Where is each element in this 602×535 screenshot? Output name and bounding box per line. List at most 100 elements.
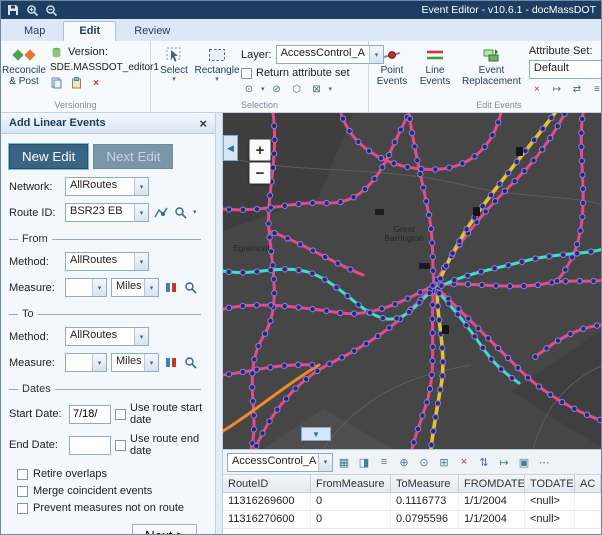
- prevent-measures-checkbox[interactable]: [17, 503, 28, 514]
- use-route-end-checkbox[interactable]: [115, 440, 126, 451]
- col-ac[interactable]: AC: [575, 475, 601, 492]
- grid-header-row: RouteID FromMeasure ToMeasure FROMDATE T…: [223, 475, 601, 493]
- to-zoom-measure-icon[interactable]: [183, 356, 199, 370]
- open-table-icon[interactable]: ⊞: [435, 454, 453, 471]
- point-events-button[interactable]: Point Events: [373, 43, 411, 87]
- versioning-group-label: Versioning: [5, 100, 146, 112]
- table-row[interactable]: 1131626960000.11167731/1/2004<null>: [223, 493, 601, 511]
- from-measure-combo[interactable]: ▾: [65, 278, 107, 297]
- swap-measures-icon[interactable]: ⇄: [569, 82, 585, 96]
- event-editor-window: Event Editor - v10.6.1 - docMassDOT Map …: [0, 0, 602, 535]
- col-tomeasure[interactable]: ToMeasure: [391, 475, 459, 492]
- to-method-combo[interactable]: AllRoutes ▾: [65, 327, 149, 346]
- select-label: Select: [160, 65, 188, 76]
- reconcile-post-button[interactable]: Reconcile & Post: [5, 43, 43, 87]
- go-to-event-icon[interactable]: ↦: [495, 454, 513, 471]
- start-date-label: Start Date:: [9, 408, 65, 420]
- clear-selection-icon[interactable]: ⊠: [309, 82, 325, 96]
- layer-label: Layer:: [241, 49, 272, 61]
- select-polygon-icon[interactable]: ⬡: [289, 82, 305, 96]
- close-panel-icon[interactable]: ×: [199, 117, 207, 130]
- panel-title: Add Linear Events: [9, 117, 106, 129]
- col-todate[interactable]: TODATE: [525, 475, 575, 492]
- event-replacement-button[interactable]: Event Replacement: [459, 43, 524, 87]
- save-icon[interactable]: [6, 4, 20, 17]
- pan-to-selected-icon[interactable]: ⊙: [415, 454, 433, 471]
- collapse-panel-arrow[interactable]: ◀: [223, 135, 238, 161]
- grid-layer-caret-icon: ▾: [318, 454, 332, 471]
- table-cell: <null>: [525, 511, 575, 528]
- col-frommeasure[interactable]: FromMeasure: [311, 475, 391, 492]
- route-id-combo[interactable]: BSR23 EB ▾: [65, 203, 149, 222]
- tab-edit[interactable]: Edit: [63, 21, 116, 41]
- attribute-set-combo[interactable]: Default ▾: [529, 60, 602, 79]
- attribute-list-icon[interactable]: ≡: [375, 454, 393, 471]
- zoom-out-icon[interactable]: [44, 4, 58, 17]
- layer-combo[interactable]: AccessControl_A ▾: [276, 45, 384, 64]
- sort-records-icon[interactable]: ⇅: [475, 454, 493, 471]
- zoom-to-route-icon[interactable]: [173, 206, 189, 220]
- dates-section-header: Dates: [9, 383, 201, 395]
- select-point-icon[interactable]: ⊙: [241, 82, 257, 96]
- next-button[interactable]: Next >: [132, 524, 197, 535]
- attribute-set-value: Default: [530, 61, 602, 78]
- zoom-in-icon[interactable]: [25, 4, 39, 17]
- grid-rows: 1131626960000.11167731/1/2004<null>11316…: [223, 493, 601, 529]
- delete-event-icon[interactable]: ×: [529, 82, 545, 96]
- merge-coincident-checkbox[interactable]: [17, 486, 28, 497]
- new-edit-button[interactable]: New Edit: [9, 144, 88, 169]
- network-combo[interactable]: AllRoutes ▾: [65, 177, 149, 196]
- event-list-icon[interactable]: ≡: [589, 82, 602, 96]
- next-edit-button[interactable]: Next Edit: [93, 144, 173, 169]
- retire-overlaps-checkbox[interactable]: [17, 469, 28, 480]
- highlight-row-icon[interactable]: ▣: [515, 454, 533, 471]
- tab-review[interactable]: Review: [119, 22, 185, 41]
- zoom-to-selected-icon[interactable]: ⊕: [395, 454, 413, 471]
- map-zoom-in-button[interactable]: +: [249, 139, 271, 161]
- merge-coincident-label: Merge coincident events: [33, 485, 152, 497]
- select-records-icon[interactable]: ▦: [335, 454, 353, 471]
- zoom-route-caret-icon[interactable]: ▾: [193, 209, 197, 216]
- line-events-label: Line Events: [420, 65, 451, 87]
- show-selected-icon[interactable]: ◨: [355, 454, 373, 471]
- event-replacement-icon: [482, 45, 500, 65]
- table-cell: [575, 511, 601, 528]
- start-date-input[interactable]: [69, 405, 111, 424]
- col-routeid[interactable]: RouteID: [223, 475, 311, 492]
- col-fromdate[interactable]: FROMDATE: [459, 475, 525, 492]
- use-route-start-checkbox[interactable]: [115, 409, 126, 420]
- to-unit-combo[interactable]: Miles ▾: [111, 353, 159, 372]
- from-pick-measure-icon[interactable]: [163, 281, 179, 295]
- table-cell: [575, 493, 601, 510]
- use-route-start-label: Use route start date: [130, 402, 209, 426]
- panel-splitter[interactable]: [216, 113, 223, 534]
- line-events-button[interactable]: Line Events: [416, 43, 454, 87]
- snap-event-icon[interactable]: ↦: [549, 82, 565, 96]
- grid-layer-combo[interactable]: AccessControl_A ▾: [227, 453, 333, 472]
- to-method-value: AllRoutes: [66, 328, 134, 345]
- select-button[interactable]: Select ▾: [155, 43, 193, 83]
- grid-options-icon[interactable]: ⋯: [535, 454, 553, 471]
- copy-version-icon[interactable]: [48, 76, 64, 90]
- clear-selection-icon[interactable]: ×: [455, 454, 473, 471]
- paste-version-icon[interactable]: [68, 76, 84, 90]
- to-method-caret-icon: ▾: [134, 328, 148, 345]
- from-method-combo[interactable]: AllRoutes ▾: [65, 252, 149, 271]
- from-zoom-measure-icon[interactable]: [183, 281, 199, 295]
- to-unit-caret-icon: ▾: [144, 354, 158, 371]
- map-zoom-out-button[interactable]: −: [249, 162, 271, 184]
- pick-route-icon[interactable]: [153, 206, 169, 220]
- from-unit-combo[interactable]: Miles ▾: [111, 278, 159, 297]
- table-row[interactable]: 1131627060000.07955961/1/2004<null>: [223, 511, 601, 529]
- return-attribute-set-checkbox[interactable]: [241, 68, 252, 79]
- end-date-label: End Date:: [9, 439, 65, 451]
- rectangle-button[interactable]: Rectangle ▾: [198, 43, 236, 83]
- delete-version-icon[interactable]: ×: [88, 76, 104, 90]
- map-view[interactable]: Egremont Great Barrington ◀ + − ▼: [223, 113, 602, 449]
- end-date-input[interactable]: [69, 436, 111, 455]
- to-measure-combo[interactable]: ▾: [65, 353, 107, 372]
- collapse-grid-arrow[interactable]: ▼: [301, 427, 331, 441]
- select-line-icon[interactable]: ⊘: [269, 82, 285, 96]
- to-pick-measure-icon[interactable]: [163, 356, 179, 370]
- tab-map[interactable]: Map: [9, 22, 60, 41]
